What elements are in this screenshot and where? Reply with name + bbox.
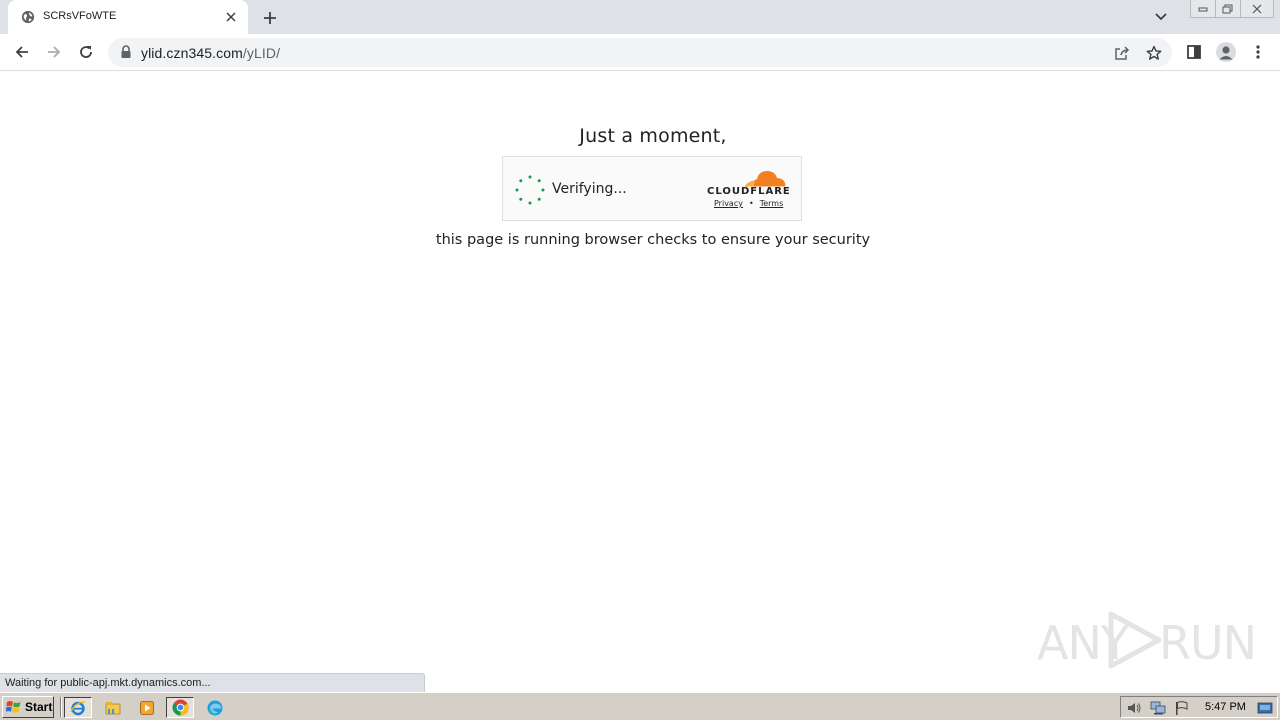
url-text: ylid.czn345.com/yLID/ <box>141 45 280 61</box>
kebab-menu-icon <box>1256 45 1260 59</box>
reload-icon <box>80 46 92 58</box>
browser-toolbar: ylid.czn345.com/yLID/ <box>0 34 1280 71</box>
windows-logo-icon <box>6 701 21 713</box>
security-check-message: this page is running browser checks to e… <box>435 232 871 248</box>
share-icon <box>1115 46 1130 60</box>
restore-icon <box>1222 4 1233 13</box>
taskbar-separator <box>60 697 62 717</box>
taskbar: Start 5:47 PM <box>0 692 1280 720</box>
reload-button[interactable] <box>74 40 98 64</box>
folder-icon <box>105 701 121 714</box>
browser-tab[interactable]: SCRsVFoWTE <box>8 0 248 34</box>
tab-strip: SCRsVFoWTE <box>0 0 1280 34</box>
cloudflare-brand-text: CLOUDFLARE <box>707 186 791 197</box>
globe-icon <box>21 10 35 24</box>
page-content: Just a moment, Verifying... CLOUDFLARE P… <box>0 72 1280 692</box>
back-button[interactable] <box>10 40 34 64</box>
tab-title: SCRsVFoWTE <box>43 10 117 22</box>
status-text: Waiting for public-apj.mkt.dynamics.com.… <box>5 677 211 689</box>
taskbar-media-player[interactable] <box>133 697 161 718</box>
taskbar-chrome[interactable] <box>166 697 194 718</box>
window-controls <box>1190 0 1274 18</box>
bookmark-button[interactable] <box>1144 43 1164 63</box>
link-separator: • <box>748 199 754 208</box>
chevron-down-icon <box>1155 13 1167 21</box>
avatar-icon <box>1216 42 1236 62</box>
clock: 5:47 PM <box>1205 701 1246 713</box>
volume-icon[interactable] <box>1126 700 1142 716</box>
play-logo-icon <box>1108 611 1162 669</box>
start-label: Start <box>25 700 53 714</box>
tab-search-button[interactable] <box>1151 8 1171 26</box>
anyrun-watermark: ANY RUN <box>1037 608 1257 670</box>
restore-button[interactable] <box>1215 0 1241 18</box>
minimize-button[interactable] <box>1190 0 1216 18</box>
system-tray: 5:47 PM <box>1120 696 1278 718</box>
verifying-label: Verifying... <box>552 181 627 197</box>
arrow-left-icon <box>15 46 28 58</box>
flag-icon[interactable] <box>1174 700 1190 716</box>
close-icon <box>226 12 236 22</box>
cloudflare-challenge-widget[interactable]: Verifying... CLOUDFLARE Privacy • Terms <box>502 156 802 221</box>
network-icon[interactable] <box>1150 700 1166 716</box>
menu-button[interactable] <box>1246 40 1270 64</box>
star-icon <box>1146 45 1162 60</box>
url-host: ylid.czn345.com <box>141 45 243 61</box>
privacy-link[interactable]: Privacy <box>714 199 743 208</box>
terms-link[interactable]: Terms <box>760 199 784 208</box>
address-bar[interactable]: ylid.czn345.com/yLID/ <box>108 38 1172 67</box>
share-button[interactable] <box>1112 43 1132 63</box>
watermark-text-right: RUN <box>1159 616 1257 670</box>
page-heading: Just a moment, <box>579 125 727 147</box>
tab-close-button[interactable] <box>222 8 240 26</box>
spinner-icon <box>515 175 545 205</box>
taskbar-explorer[interactable] <box>99 697 127 718</box>
lock-icon <box>121 45 131 58</box>
edge-icon <box>207 700 223 715</box>
internet-explorer-icon <box>70 700 86 715</box>
arrow-right-icon <box>48 46 61 58</box>
forward-button[interactable] <box>42 40 66 64</box>
side-panel-button[interactable] <box>1182 40 1206 64</box>
media-player-icon <box>140 700 154 715</box>
taskbar-edge[interactable] <box>201 697 229 718</box>
chrome-icon <box>172 699 188 716</box>
show-desktop-icon[interactable] <box>1257 700 1273 716</box>
minimize-icon <box>1198 7 1208 11</box>
cloudflare-links: Privacy • Terms <box>714 199 783 208</box>
profile-button[interactable] <box>1214 40 1238 64</box>
status-bubble: Waiting for public-apj.mkt.dynamics.com.… <box>0 673 425 692</box>
close-window-button[interactable] <box>1240 0 1274 18</box>
side-panel-icon <box>1187 45 1201 59</box>
close-icon <box>1252 4 1262 13</box>
plus-icon <box>264 12 276 24</box>
start-button[interactable]: Start <box>2 696 54 718</box>
url-path: /yLID/ <box>242 45 281 61</box>
taskbar-ie[interactable] <box>64 697 92 718</box>
new-tab-button[interactable] <box>259 7 281 29</box>
